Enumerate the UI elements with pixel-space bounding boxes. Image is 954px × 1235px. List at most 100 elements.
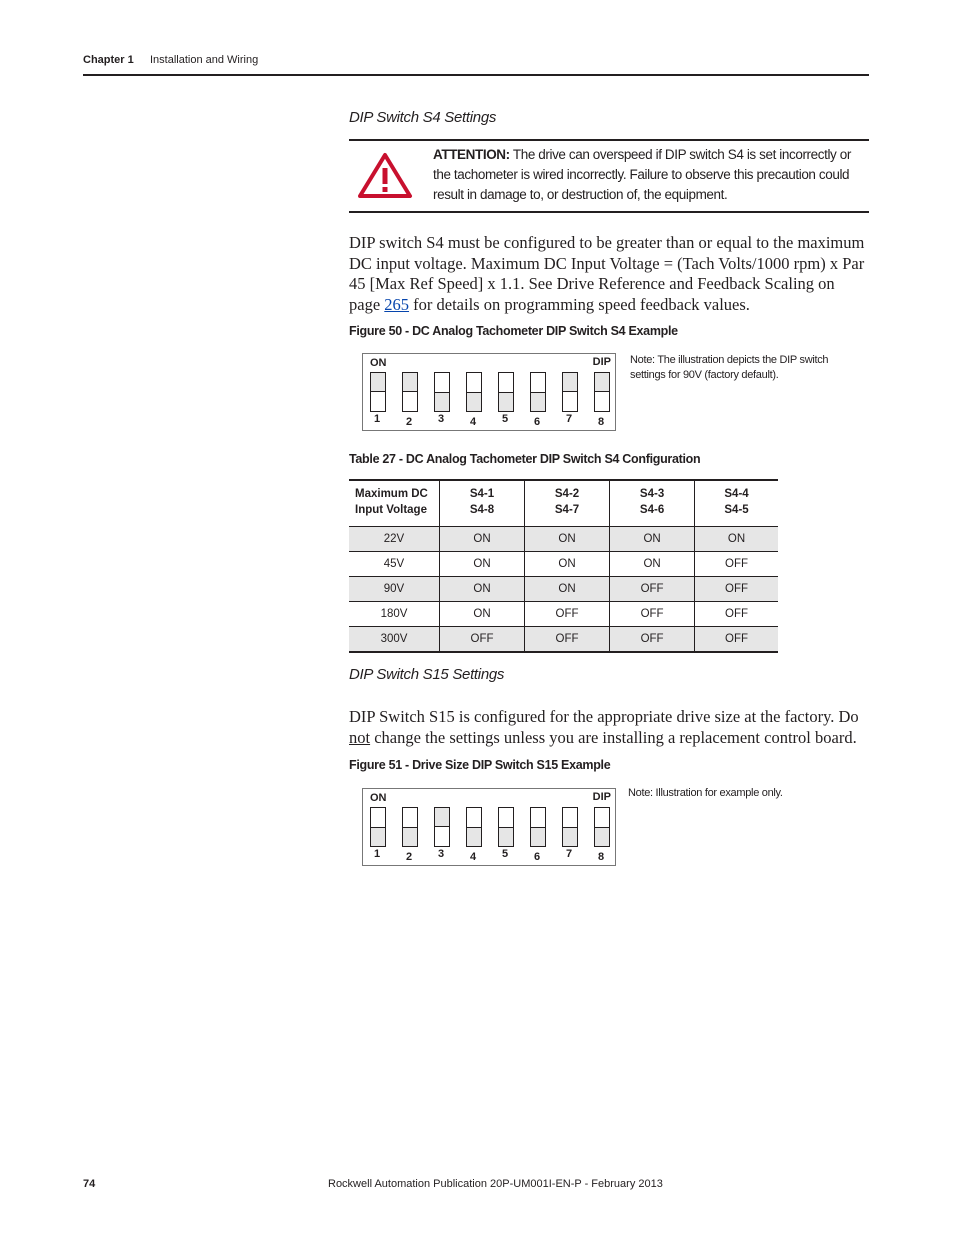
dip-switch <box>530 372 546 412</box>
switch-actuator <box>371 827 385 846</box>
switch-actuator <box>563 373 577 392</box>
header-line: S4-4 <box>724 488 749 500</box>
switch-actuator <box>435 392 449 411</box>
table-row: 180V ON OFF OFF OFF <box>349 601 778 627</box>
s4-text-2: for details on programming speed feedbac… <box>409 294 750 314</box>
page-number: 74 <box>83 1178 96 1190</box>
switch-number: 3 <box>438 413 445 425</box>
table-cell: 90V <box>349 576 440 602</box>
switch-number: 3 <box>438 848 445 860</box>
table-cell: OFF <box>694 576 778 602</box>
table-cell: 180V <box>380 608 408 620</box>
table-header-cell: S4-2 S4-7 <box>524 480 610 527</box>
table-row: 22V ON ON ON ON <box>349 526 778 552</box>
table-cell: OFF <box>609 626 695 652</box>
header-line: Maximum DC <box>355 488 428 500</box>
header-line: S4-7 <box>554 504 580 516</box>
table-27-caption: Table 27 - DC Analog Tachometer DIP Swit… <box>349 452 701 466</box>
dip-switch <box>370 807 386 847</box>
table-cell: 22V <box>349 526 440 552</box>
figure-51-caption: Figure 51 - Drive Size DIP Switch S15 Ex… <box>349 758 611 772</box>
table-header-cell: S4-3 S4-6 <box>609 480 695 527</box>
dip-switch <box>498 372 514 412</box>
on-label: ON <box>370 792 387 804</box>
switch-actuator <box>531 392 545 411</box>
dip-switch <box>466 807 482 847</box>
document-page: Chapter 1 Installation and Wiring DIP Sw… <box>0 0 954 1235</box>
s4-heading: DIP Switch S4 Settings <box>349 109 497 126</box>
switch-number: 4 <box>470 851 477 863</box>
s4-config-table: Maximum DC Input Voltage S4-1 S4-8 S4-2 S4-7 S… <box>349 479 778 653</box>
warning-triangle-icon <box>358 153 412 198</box>
table-header-cell: S4-1 S4-8 <box>438 480 525 527</box>
switch-actuator <box>499 392 513 411</box>
table-cell: OFF <box>438 626 525 652</box>
attention-top-rule <box>349 139 869 141</box>
header-line: S4-2 <box>554 488 580 500</box>
table-cell: ON <box>524 576 610 602</box>
dip-switch <box>594 807 610 847</box>
s15-emphasis: not <box>349 727 371 747</box>
dip-switch <box>402 372 418 412</box>
dip-switch <box>530 807 546 847</box>
table-cell: OFF <box>609 576 695 602</box>
s15-heading: DIP Switch S15 Settings <box>349 666 505 683</box>
s15-text-1: DIP Switch S15 is configured for the app… <box>349 707 859 726</box>
switch-number: 2 <box>406 851 413 863</box>
dip-switch <box>498 807 514 847</box>
table-cell: 45V <box>383 558 405 570</box>
attention-bottom-rule <box>349 211 869 213</box>
switch-number: 5 <box>502 848 509 860</box>
switch-actuator <box>435 808 449 827</box>
page-link[interactable]: 265 <box>384 295 409 314</box>
section-label: Installation and Wiring <box>150 54 259 66</box>
switch-actuator <box>499 827 513 846</box>
switch-actuator <box>595 827 609 846</box>
on-label: ON <box>370 357 387 369</box>
figure-50-caption: Figure 50 - DC Analog Tachometer DIP Swi… <box>349 324 678 338</box>
table-row: 45V ON ON ON OFF <box>349 551 778 577</box>
switch-number: 8 <box>598 851 605 863</box>
table-row: 90V ON ON OFF OFF <box>349 576 778 602</box>
table-cell: ON <box>438 601 525 627</box>
table-cell: ON <box>438 526 525 552</box>
switch-actuator <box>467 827 481 846</box>
s15-text-2: change the settings unless you are insta… <box>370 727 857 747</box>
dip-switch <box>370 372 386 412</box>
table-cell: ON <box>524 526 610 552</box>
dip-switch <box>562 372 578 412</box>
switch-number: 8 <box>598 416 605 428</box>
table-cell: ON <box>438 551 525 577</box>
figure-50-note: Note: The illustration depicts the DIP s… <box>630 354 829 381</box>
table-cell: OFF <box>694 601 778 627</box>
switch-number: 1 <box>374 413 381 425</box>
switch-actuator <box>595 373 609 392</box>
publication-info: Rockwell Automation Publication 20P-UM00… <box>328 1178 663 1190</box>
header-line: S4-3 <box>639 488 665 500</box>
table-cell: ON <box>609 526 695 552</box>
table-cell: OFF <box>524 626 610 652</box>
switch-number: 4 <box>470 416 477 428</box>
dip-switch-s15-figure: ON DIP 1 2 3 4 5 6 7 8 <box>362 788 616 866</box>
switch-actuator <box>403 373 417 392</box>
dip-switch <box>466 372 482 412</box>
table-cell: 300V <box>349 626 440 652</box>
table-cell: OFF <box>694 626 778 652</box>
dip-switch <box>434 807 450 847</box>
attention-text: ATTENTION: The drive can overspeed if DI… <box>433 145 863 205</box>
table-cell: ON <box>438 576 525 602</box>
switch-number: 5 <box>502 413 509 425</box>
table-cell: OFF <box>694 551 778 577</box>
switch-number: 7 <box>566 848 573 860</box>
table-cell: OFF <box>524 601 610 627</box>
attention-label: ATTENTION: <box>433 147 510 162</box>
table-cell: ON <box>694 526 778 552</box>
dip-switch <box>402 807 418 847</box>
table-header-cell: S4-4 S4-5 <box>694 480 778 527</box>
table-cell: OFF <box>609 601 695 627</box>
header-line: S4-8 <box>469 504 495 516</box>
dip-label: DIP <box>592 356 611 368</box>
switch-number: 6 <box>534 416 541 428</box>
header-line: S4-1 <box>469 488 495 500</box>
switch-actuator <box>403 827 417 846</box>
